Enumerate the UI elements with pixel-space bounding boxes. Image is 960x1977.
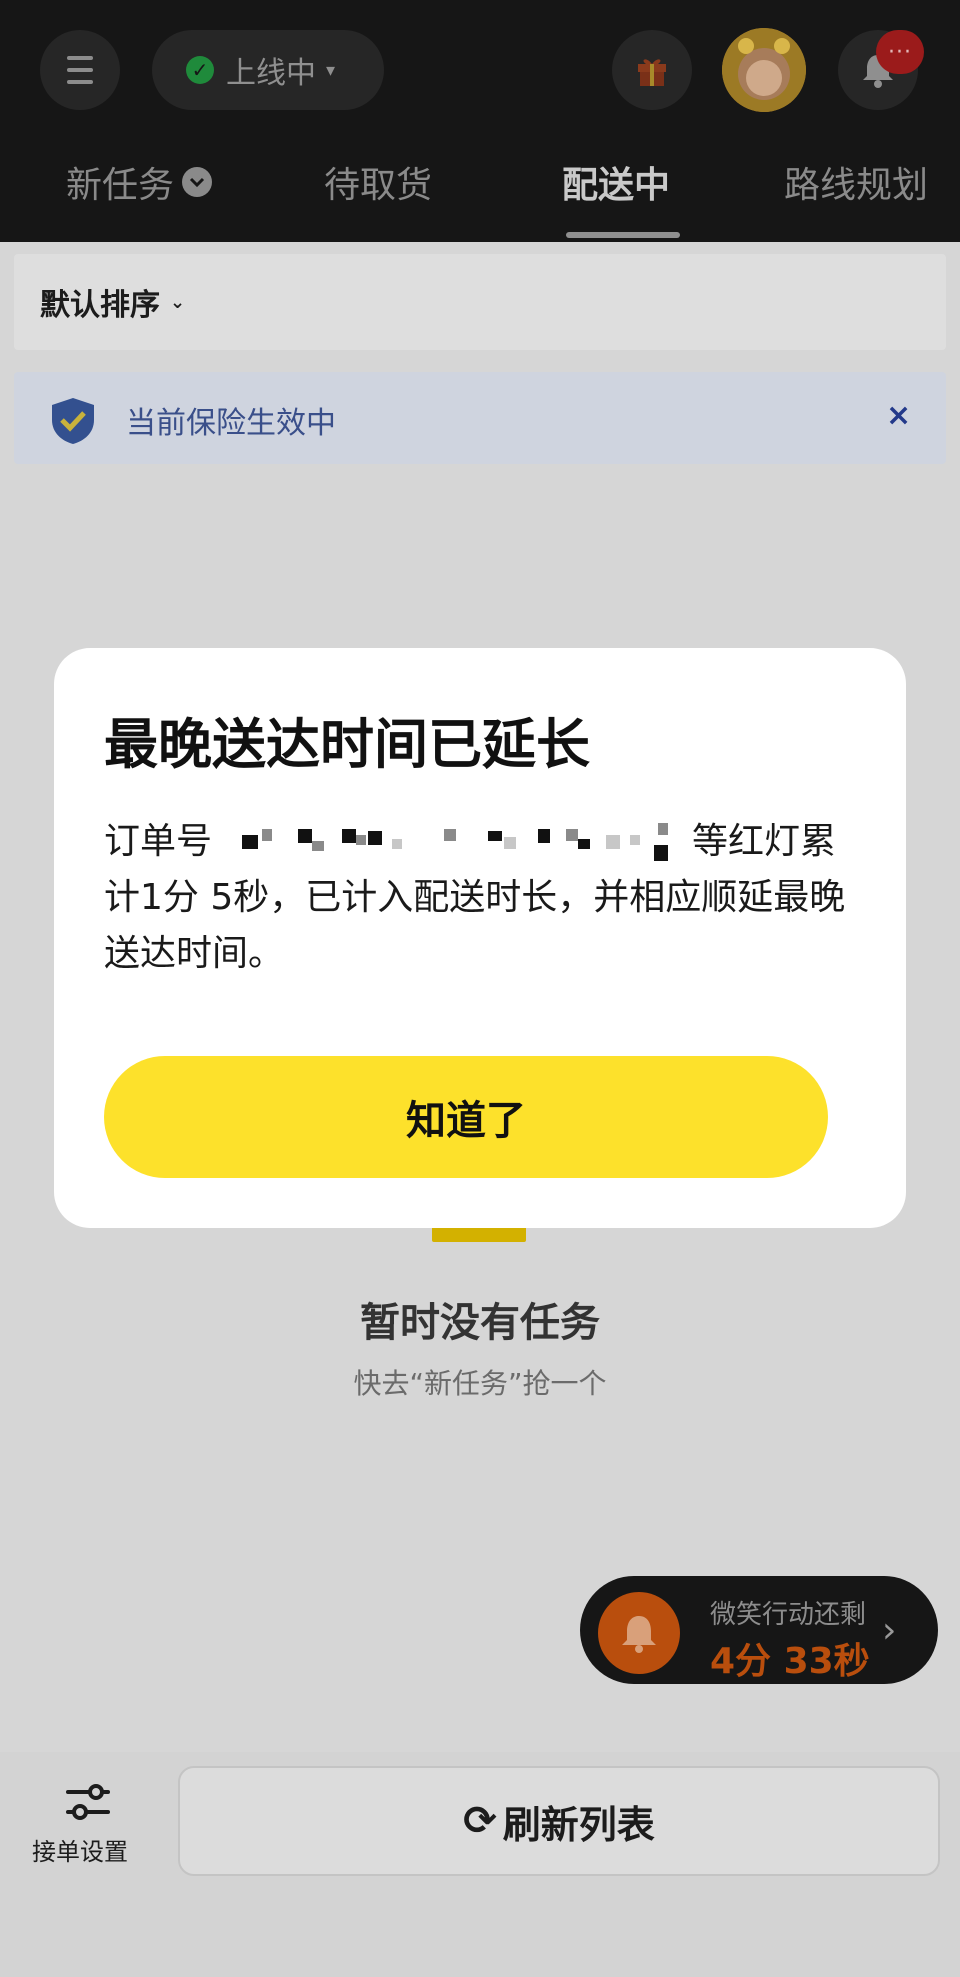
refresh-icon: ⟳ [463,1798,497,1844]
tab-pending-pickup[interactable]: 待取货 [324,152,432,212]
order-number-label: 订单号 [104,821,213,862]
chevron-right-icon: › [882,1610,897,1651]
avatar[interactable] [722,28,806,112]
gift-button[interactable] [612,30,692,110]
dialog-body: 订单号 等红灯累计1分 5秒，已计入配送时长，并相应顺延最晚送达时间。 [104,814,864,982]
caret-down-icon: ▾ [326,59,336,81]
avatar-image [722,28,806,112]
menu-button[interactable] [40,30,120,110]
tab-label: 路线规划 [784,165,929,206]
tab-delivering[interactable]: 配送中 [562,152,670,212]
timer-label: 微笑行动还剩 [710,1600,867,1630]
got-it-label: 知道了 [406,1098,526,1144]
close-icon[interactable]: × [886,398,911,433]
refresh-label: 刷新列表 [502,1802,655,1847]
timer-bell [598,1592,680,1674]
dialog-title: 最晚送达时间已延长 [104,713,590,776]
sort-label: 默认排序 [40,288,160,323]
notification-badge: ··· [876,30,924,74]
refresh-list-button[interactable]: ⟳ 刷新列表 [178,1766,940,1876]
got-it-button[interactable]: 知道了 [104,1056,828,1178]
check-icon: ✓ [186,56,214,84]
menu-icon [67,56,93,60]
online-status-toggle[interactable]: ✓ 上线中 ▾ [152,30,384,110]
tab-label: 新任务 [66,165,175,206]
gift-icon [638,59,666,86]
active-tab-indicator [566,232,680,238]
online-status-label: 上线中 [226,56,316,91]
empty-state-title: 暂时没有任务 [360,1300,600,1346]
order-settings-label[interactable]: 接单设置 [32,1832,128,1867]
chevron-down-icon [182,167,213,197]
shield-icon [52,398,94,444]
tab-label: 待取货 [324,165,433,206]
caret-down-icon: ⌄ [170,291,186,313]
timer-value: 4分 33秒 [710,1641,870,1682]
bell-icon [622,1616,656,1653]
sort-dropdown[interactable]: 默认排序 ⌄ [14,254,946,350]
tab-label: 配送中 [562,165,671,206]
insurance-text: 当前保险生效中 [126,406,336,441]
settings-icon[interactable] [64,1782,112,1822]
tab-route-planning[interactable]: 路线规划 [784,152,928,212]
empty-state-subtitle: 快去“新任务”抢一个 [353,1367,607,1400]
tab-new-tasks[interactable]: 新任务 [66,152,213,212]
redacted-order-number [212,821,692,865]
